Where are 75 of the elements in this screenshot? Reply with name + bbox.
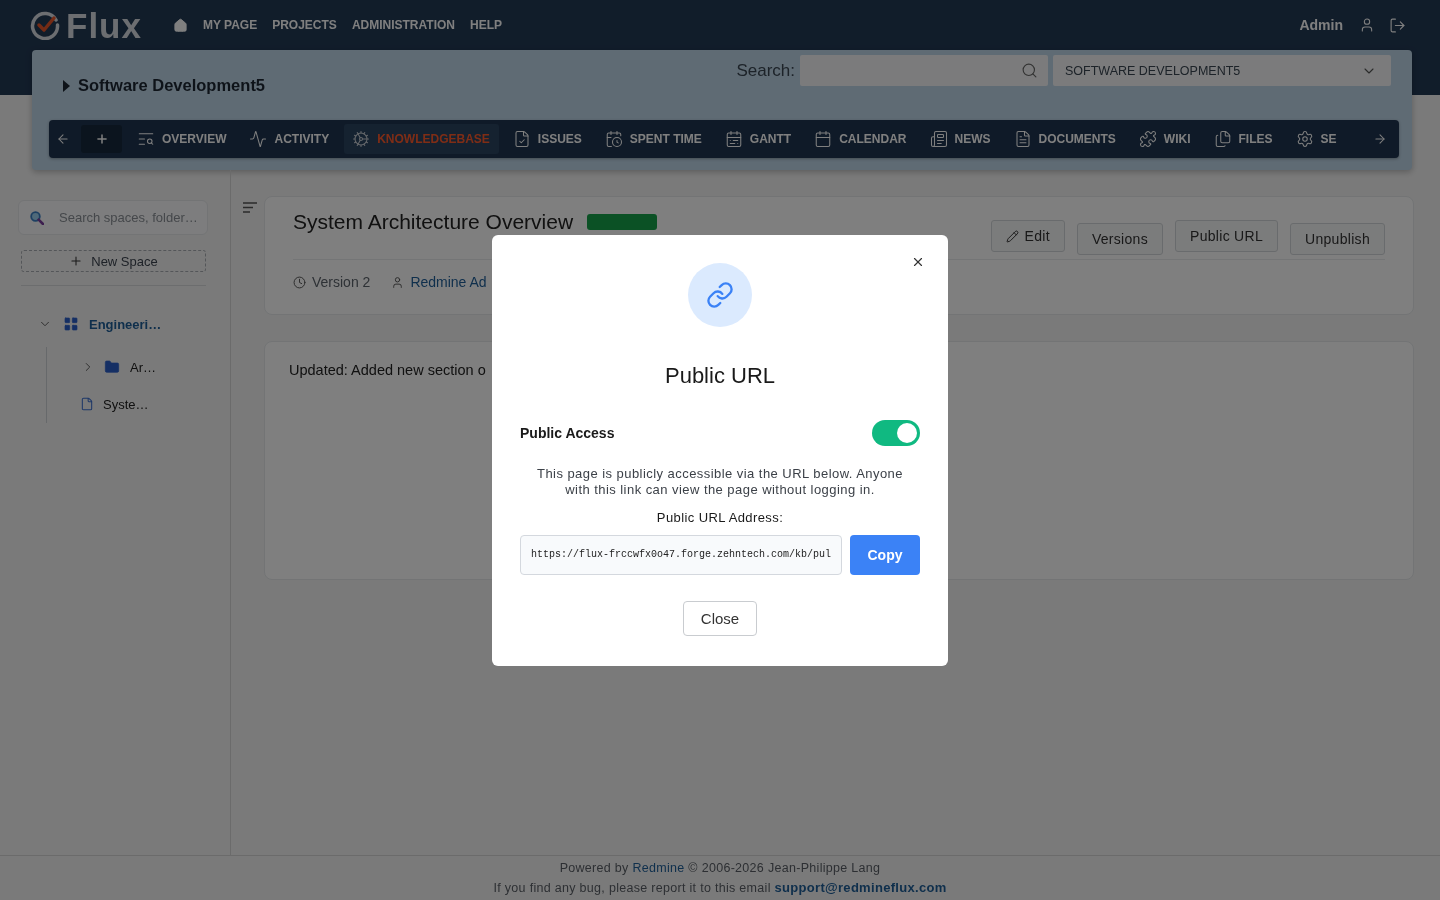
search-field[interactable] [800, 55, 1048, 86]
url-label: Public URL Address: [656, 509, 784, 526]
email-link[interactable]: support@redmineflux.com [774, 880, 947, 895]
menu-tab[interactable]: FILES [1205, 124, 1282, 154]
url-field[interactable]: https://flux-frccwfx0o47.forge.zehntech.com/kb/pul [520, 534, 842, 575]
search-field[interactable]: Search spaces, folder… [18, 200, 208, 235]
document-check-icon [512, 130, 531, 148]
pencil-icon [1005, 229, 1019, 243]
menu-tab[interactable]: NEWS [921, 124, 1000, 154]
menu-tab[interactable]: SE [1287, 124, 1346, 154]
plus-icon [94, 132, 109, 146]
puzzle-icon [1138, 130, 1157, 148]
calendar-range-icon [724, 130, 743, 148]
newspaper-icon [929, 130, 948, 148]
menu-tab[interactable]: ACTIVITY [241, 124, 339, 154]
tree-item[interactable]: Ar… [130, 359, 156, 375]
logout-icon[interactable] [1389, 16, 1406, 34]
user-name[interactable]: Admin [1299, 17, 1343, 33]
calendar-icon [814, 130, 833, 148]
cog-icon [352, 130, 371, 148]
action-button[interactable]: Unpublish [1290, 223, 1385, 255]
user-icon [391, 275, 405, 289]
page-title: System Architecture Overview [293, 210, 574, 234]
files-icon [1213, 130, 1232, 148]
plus-icon [69, 254, 84, 268]
add-button[interactable] [81, 125, 122, 153]
clock-icon [293, 275, 306, 289]
nav-link[interactable]: ADMINISTRATION [351, 18, 455, 32]
content-text: Updated: Added new section o [289, 361, 486, 379]
menu-tab[interactable]: SPENT TIME [596, 124, 711, 154]
nav-link[interactable]: HELP [470, 18, 502, 32]
menu-tab[interactable]: GANTT [716, 124, 801, 154]
menu-tab[interactable]: DOCUMENTS [1005, 124, 1125, 154]
menu-tab[interactable]: ISSUES [504, 124, 591, 154]
tree-item[interactable]: Engineeri… [89, 316, 162, 332]
search-icon [30, 210, 44, 225]
sidebar-toggle-icon[interactable] [243, 202, 257, 213]
document-icon [1013, 130, 1032, 148]
footer-report: If you find any bug, please report it to this email support@redmineflux.com [493, 879, 947, 897]
footer-credit: Powered by Redmine © 2006-2026 Jean-Philippe Lang [559, 860, 881, 877]
action-button[interactable]: Versions [1076, 223, 1163, 255]
access-toggle[interactable] [872, 419, 920, 446]
menu-tab[interactable]: OVERVIEW [129, 124, 236, 154]
version-text: Version 2 [312, 274, 371, 290]
dialog-description: This page is publicly accessible via the URL below. Anyone with this link can view the page without logging in. [536, 465, 904, 498]
folder-icon [104, 359, 120, 375]
settings-icon [1295, 130, 1314, 148]
search-label: Search: [736, 60, 795, 81]
action-button[interactable]: Edit [990, 220, 1065, 252]
action-button[interactable]: Public URL [1175, 220, 1279, 252]
user-icon[interactable] [1359, 17, 1375, 33]
nav-link[interactable]: PROJECTS [272, 18, 337, 32]
logo-text[interactable]: Flux [66, 7, 142, 43]
grid-icon [63, 316, 79, 332]
pulse-icon [249, 130, 268, 148]
project-select[interactable]: SOFTWARE DEVELOPMENT5 [1053, 55, 1391, 86]
copy-button[interactable]: Copy [850, 534, 920, 575]
project-name[interactable]: Software Development5 [78, 76, 266, 95]
calendar-clock-icon [604, 130, 623, 148]
home-icon[interactable] [172, 17, 188, 33]
logo-check-icon [30, 10, 60, 40]
menu-tab[interactable]: WIKI [1130, 124, 1200, 154]
nav-link[interactable]: MY PAGE [202, 18, 258, 32]
search-icon[interactable] [1021, 62, 1038, 79]
caret-icon [63, 79, 70, 92]
new-space-button[interactable]: New Space [21, 250, 206, 272]
dialog-title: Public URL [664, 361, 775, 390]
author-link[interactable]: Redmine Ad [410, 274, 487, 290]
redmine-link[interactable]: Redmine [632, 861, 685, 875]
list-search-icon [137, 130, 155, 148]
access-label: Public Access [520, 424, 615, 441]
menu-tab[interactable]: CALENDAR [806, 124, 916, 154]
close-dialog-button[interactable]: Close [683, 600, 757, 636]
tree-item[interactable]: Syste… [103, 396, 149, 412]
file-icon [80, 397, 94, 411]
